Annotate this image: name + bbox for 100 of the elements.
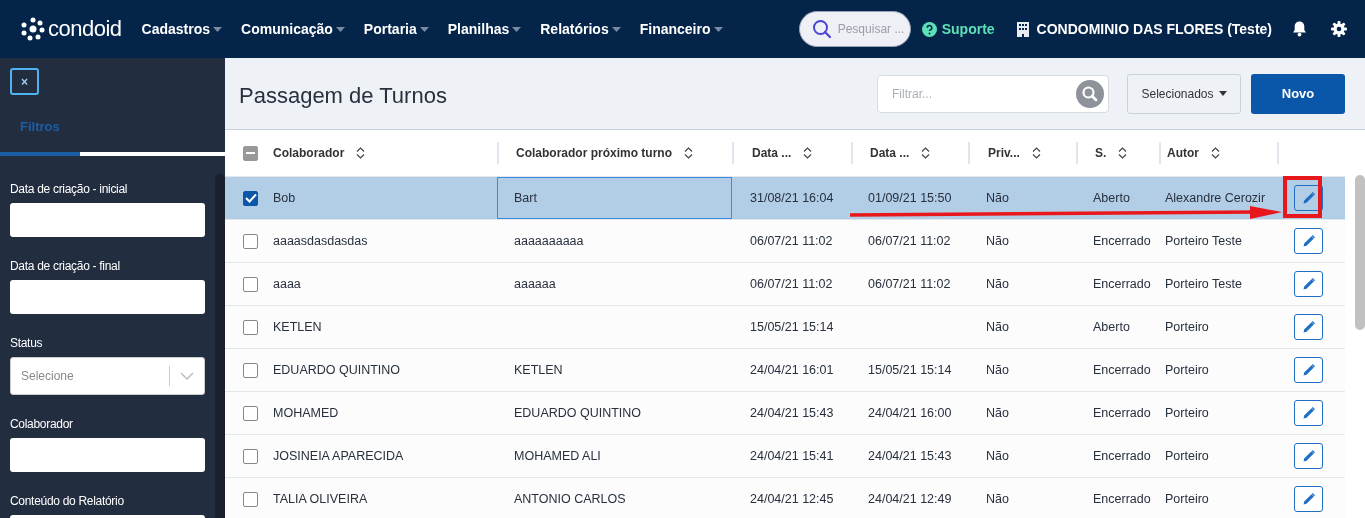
caret-icon[interactable] [713,26,723,32]
scrollbar[interactable] [1355,175,1365,330]
sort-icon[interactable] [921,147,931,159]
row-checkbox[interactable] [243,276,258,292]
logo-text[interactable]: condoid [48,16,122,42]
table-cell: Encerrado [1093,492,1151,506]
row-checkbox[interactable] [243,491,258,507]
sort-icon[interactable] [1031,147,1041,159]
row-checkbox[interactable] [243,448,258,464]
edit-button[interactable] [1294,400,1323,426]
status-select[interactable]: Selecione [10,357,205,395]
column-header[interactable]: Colaborador próximo turno [516,146,672,160]
column-header[interactable]: Priv... [988,146,1020,160]
table-cell: 06/07/21 11:02 [868,277,951,291]
bell-icon[interactable] [1292,21,1307,37]
sort-icon[interactable] [684,147,693,159]
table-cell: MOHAMED ALI [514,449,601,463]
table-cell: Porteiro [1165,406,1209,420]
nav-menu[interactable]: Comunicação [241,21,345,37]
help-icon[interactable] [921,21,937,37]
support-link[interactable]: Suporte [921,21,995,37]
caret-icon[interactable] [512,26,522,32]
search-icon[interactable] [811,19,832,39]
table-cell: Encerrado [1093,406,1151,420]
caret-icon[interactable] [335,26,345,32]
search-field[interactable]: Pesquisar ... [837,22,904,36]
edit-button[interactable] [1294,443,1323,469]
edit-button[interactable] [1294,271,1323,297]
table-cell: Não [986,492,1009,506]
table-cell: Não [986,449,1009,463]
table-row[interactable]: Bob Bart 31/08/21 16:04 01/09/21 15:50 Não Aberto Alexandre Cerozir [225,177,1345,220]
caret-icon[interactable] [213,26,223,32]
pencil-icon[interactable] [1302,407,1315,419]
filter-bar[interactable]: Filtrar... [877,74,1109,113]
table-cell: Bart [514,191,537,205]
table-cell: Porteiro [1165,363,1209,377]
table-cell: Não [986,363,1009,377]
table-cell: 24/04/21 15:41 [750,449,834,463]
nav-menu[interactable]: Portaria [363,21,429,37]
nav-menu[interactable]: Cadastros [141,21,223,37]
selected-dropdown[interactable]: Selecionados [1127,73,1241,114]
nav-menu[interactable]: Planilhas [447,21,522,37]
table-cell: Porteiro [1165,449,1209,463]
row-checkbox[interactable] [243,405,258,421]
input-field[interactable] [10,438,205,472]
table-cell: aaaaaaaaaa [514,234,584,248]
select-all-checkbox[interactable] [243,145,258,161]
sort-icon[interactable] [803,147,813,159]
settings-icon[interactable] [1331,21,1347,37]
column-header[interactable]: Data ... [870,146,910,160]
edit-button[interactable] [1294,314,1323,340]
search-bar[interactable]: Pesquisar ... [798,11,911,47]
pencil-icon[interactable] [1302,278,1315,290]
table-cell: 15/05/21 15:14 [868,363,952,377]
row-checkbox[interactable] [243,362,258,378]
row-checkbox[interactable] [243,319,258,335]
table-cell: Porteiro [1165,492,1209,506]
caret-icon[interactable] [1218,91,1227,96]
table-cell: MOHAMED [273,406,339,420]
table-cell: 24/04/21 16:01 [750,363,834,377]
input-field[interactable] [10,280,205,314]
page-title: Passagem de Turnos [239,82,448,109]
table-cell: Encerrado [1093,277,1151,291]
pencil-icon[interactable] [1302,192,1315,204]
table-cell: 24/04/21 15:43 [750,406,834,420]
close-button[interactable]: × [10,68,39,95]
caret-icon[interactable] [611,26,621,32]
condominium-name[interactable]: CONDOMINIO DAS FLORES (Teste) [1036,21,1272,37]
table-cell: aaaa [273,277,301,291]
pencil-icon[interactable] [1302,493,1315,505]
logo-icon [20,17,46,41]
table-cell: 06/07/21 11:02 [868,234,951,248]
table-cell: Não [986,234,1009,248]
edit-button[interactable] [1294,228,1323,254]
nav-menu[interactable]: Relatórios [540,21,621,37]
input-field[interactable] [10,203,205,237]
column-header[interactable]: S. [1095,146,1107,160]
new-button[interactable]: Novo [1251,73,1345,114]
sort-icon[interactable] [1211,147,1220,159]
scrollbar[interactable] [215,174,225,518]
nav-menu[interactable]: Financeiro [639,21,723,37]
pencil-icon[interactable] [1302,364,1315,376]
pencil-icon[interactable] [1302,450,1315,462]
column-header[interactable]: Autor [1167,146,1199,160]
sort-icon[interactable] [356,147,366,159]
edit-button[interactable] [1294,486,1323,512]
row-checkbox[interactable] [243,233,258,249]
pencil-icon[interactable] [1302,321,1315,333]
table-cell: TALIA OLIVEIRA [273,492,368,506]
table-cell: Porteiro Teste [1165,277,1242,291]
table-cell: Alexandre Cerozir [1165,191,1266,205]
column-header[interactable]: Colaborador [273,146,345,160]
caret-icon[interactable] [419,26,429,32]
search-icon[interactable] [1076,79,1104,108]
column-header[interactable]: Data ... [752,146,792,160]
table-cell: 15/05/21 15:14 [750,320,834,334]
pencil-icon[interactable] [1302,235,1315,247]
table-cell: Bob [273,191,296,205]
edit-button[interactable] [1294,357,1323,383]
sort-icon[interactable] [1118,147,1128,159]
